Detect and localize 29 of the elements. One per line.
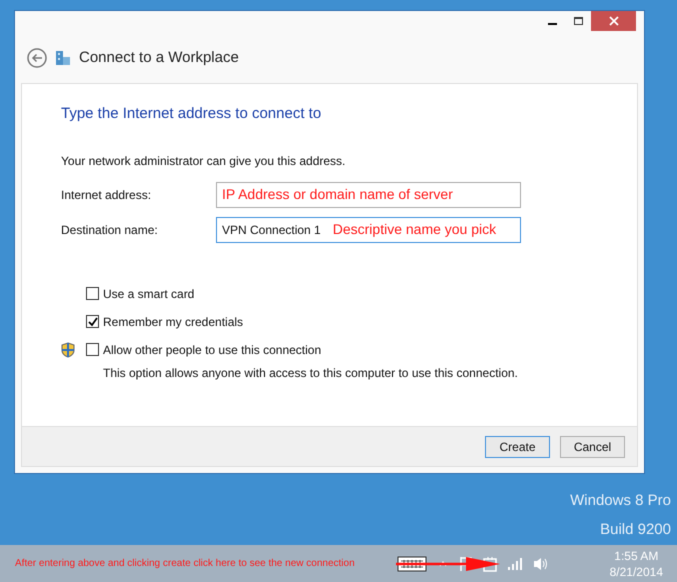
page-heading: Type the Internet address to connect to: [61, 104, 322, 124]
text-field[interactable]: VPN Connection 1 Descriptive name you pick: [216, 216, 521, 242]
field-label: Internet address:: [61, 186, 152, 204]
option-label: Allow other people to use this connection: [103, 342, 322, 358]
checkbox[interactable]: [86, 287, 99, 300]
building-icon: [55, 50, 71, 66]
checkmark-icon: [88, 316, 98, 326]
annotation-text: IP Address or domain name of server: [222, 185, 453, 204]
checkbox[interactable]: [86, 343, 99, 356]
close-button[interactable]: [591, 11, 636, 31]
field-value: VPN Connection 1: [222, 222, 321, 238]
option-label: Remember my credentials: [103, 314, 244, 330]
build-text: Build 9200: [600, 520, 671, 540]
option-label: Use a smart card: [103, 286, 194, 302]
intro-text: Your network administrator can give you this address.: [61, 152, 346, 170]
arrow-icon: [396, 556, 500, 572]
back-icon[interactable]: [27, 48, 47, 68]
close-icon: [608, 16, 618, 26]
edition-text: Windows 8 Pro: [570, 491, 671, 511]
caret-icon[interactable]: [438, 560, 447, 566]
dialog-button[interactable]: Cancel: [560, 436, 625, 458]
annotation-text: After entering above and clicking create click here to see the new connection: [15, 557, 355, 571]
option-note: This option allows anyone with access to this computer to use this connection.: [102, 364, 519, 382]
text-field[interactable]: IP Address or domain name of server: [216, 182, 521, 208]
window-title: Connect to a Workplace: [79, 48, 239, 68]
checkbox[interactable]: [86, 315, 99, 328]
annotation-text: Descriptive name you pick: [332, 220, 496, 239]
dialog-button[interactable]: Create: [485, 436, 550, 458]
field-label: Destination name:: [61, 222, 159, 238]
